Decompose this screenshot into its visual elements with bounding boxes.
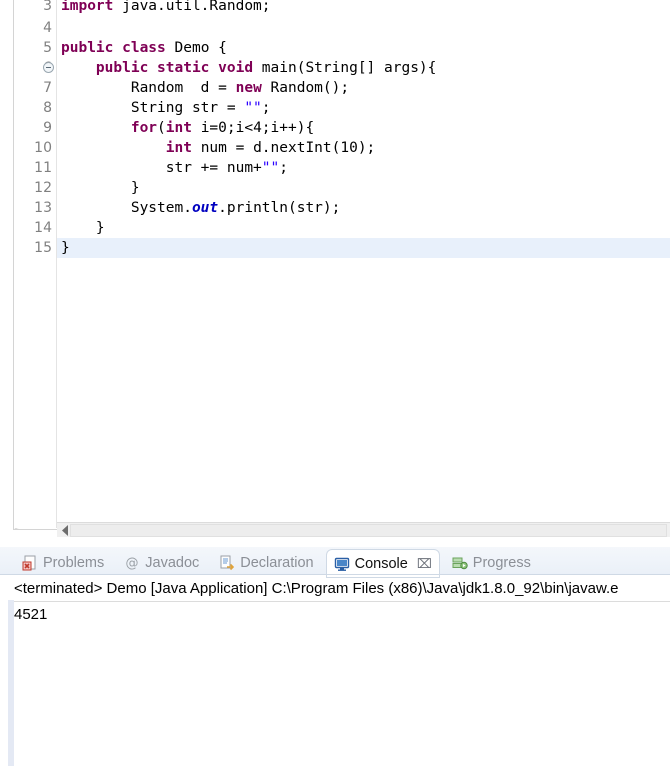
line-number: 13 [34,200,52,216]
code-token: public class [61,40,175,56]
line-number-row: 14 [14,218,56,238]
code-token: ; [279,160,288,176]
code-surface[interactable]: import java.util.Random; public class Dem… [57,0,670,528]
tab-bar-underline [0,574,670,575]
line-number: 3 [43,0,52,14]
tab-label: Problems [43,555,105,571]
line-number: 11 [34,160,52,176]
code-token: i=0;i<4;i++){ [200,120,315,136]
line-number-row: 11 [14,158,56,178]
code-token: int [165,140,201,156]
code-line[interactable]: String str = ""; [57,98,670,118]
code-token: String str = [61,100,245,116]
code-token: num = d.nextInt(10); [200,140,376,156]
tab-javadoc[interactable]: @ Javadoc [116,549,207,577]
console-header-separator [14,601,670,602]
code-line[interactable]: } [57,178,670,198]
code-line[interactable]: int num = d.nextInt(10); [57,138,670,158]
view-tab-bar[interactable]: Problems @ Javadoc Declaration Console ⌧ Progr… [0,547,670,578]
line-number-row: 7 [14,78,56,98]
line-number-row: 15 [14,238,56,258]
code-token: for [130,120,158,136]
line-number: 9 [43,120,52,136]
code-token: int [165,120,201,136]
line-number: 12 [34,180,52,196]
line-number-row: 10 [14,138,56,158]
tab-problems[interactable]: Problems [14,549,112,577]
code-token: Random d = [61,80,236,96]
code-token: "" [244,100,262,116]
line-number-row: 4 [14,18,56,38]
code-line[interactable]: import java.util.Random; [57,0,670,18]
code-token: System. [61,200,192,216]
code-line[interactable]: str += num+""; [57,158,670,178]
code-line[interactable]: Random d = new Random(); [57,78,670,98]
tab-progress[interactable]: Progress [444,549,539,577]
line-number-row: 8 [14,98,56,118]
code-line[interactable]: } [57,218,670,238]
code-token: ( [157,120,166,136]
code-line[interactable]: public class Demo { [57,38,670,58]
code-line[interactable]: for(int i=0;i<4;i++){ [57,118,670,138]
line-number: 7 [43,80,52,96]
line-number-row: 13 [14,198,56,218]
code-token: .println(str); [218,200,341,216]
line-number: 5 [43,40,52,56]
code-token: java.util.Random; [122,0,271,14]
line-number: 15 [34,240,52,256]
progress-icon [452,555,468,571]
console-icon [334,556,350,572]
line-number-row: 3 [14,0,56,18]
code-token: new [235,80,271,96]
eclipse-ide-window: 3 4 5 6 7 8 9 10 11 12 13 14 15 import java.util.Ran… [0,0,670,766]
console-output-text: 4521 [14,606,48,623]
line-number: 8 [43,100,52,116]
line-number-row: 9 [14,118,56,138]
editor-scrollbar-thumb[interactable] [70,524,667,537]
code-line[interactable]: } [57,238,670,258]
javadoc-icon: @ [124,555,140,571]
code-token: str += num+ [61,160,262,176]
code-line[interactable] [57,18,670,38]
tab-label: Declaration [240,555,314,571]
line-number-row: 6 [14,58,56,78]
tab-label: Javadoc [145,555,200,571]
code-token: out [191,200,219,216]
code-token: } [61,180,140,196]
code-token: main(String[] args){ [261,60,437,76]
code-token: Random(); [270,80,350,96]
tab-label: Console [354,555,408,572]
code-token: public static void [95,60,262,76]
line-number: 10 [34,140,52,156]
line-number-gutter[interactable]: 3 4 5 6 7 8 9 10 11 12 13 14 15 [14,0,56,528]
code-token: import [61,0,123,14]
code-line[interactable]: public static void main(String[] args){ [57,58,670,78]
java-editor[interactable]: 3 4 5 6 7 8 9 10 11 12 13 14 15 import java.util.Ran… [0,0,670,544]
code-token: } [61,240,70,256]
line-number: 4 [43,20,52,36]
editor-horizontal-scrollbar[interactable] [57,522,670,537]
editor-frame-left [0,0,14,544]
code-token: ; [261,100,271,116]
fold-collapse-icon[interactable] [43,62,54,73]
problems-icon [22,555,38,571]
declaration-icon [219,555,235,571]
tab-declaration[interactable]: Declaration [211,549,321,577]
tab-label: Progress [472,555,531,571]
line-number: 14 [34,220,52,236]
line-number-row: 12 [14,178,56,198]
close-icon[interactable]: ⌧ [417,556,432,572]
line-number-row: 5 [14,38,56,58]
bottom-part-stack: Problems @ Javadoc Declaration Console ⌧ Progr… [0,544,670,766]
svg-text:@: @ [126,556,139,571]
code-token: "" [261,160,280,176]
code-token: Demo { [174,40,227,56]
scroll-left-arrow-icon[interactable] [59,523,71,538]
console-terminated-header: <terminated> Demo [Java Application] C:\… [14,580,619,597]
code-token: } [61,220,105,236]
code-line[interactable]: System.out.println(str); [57,198,670,218]
